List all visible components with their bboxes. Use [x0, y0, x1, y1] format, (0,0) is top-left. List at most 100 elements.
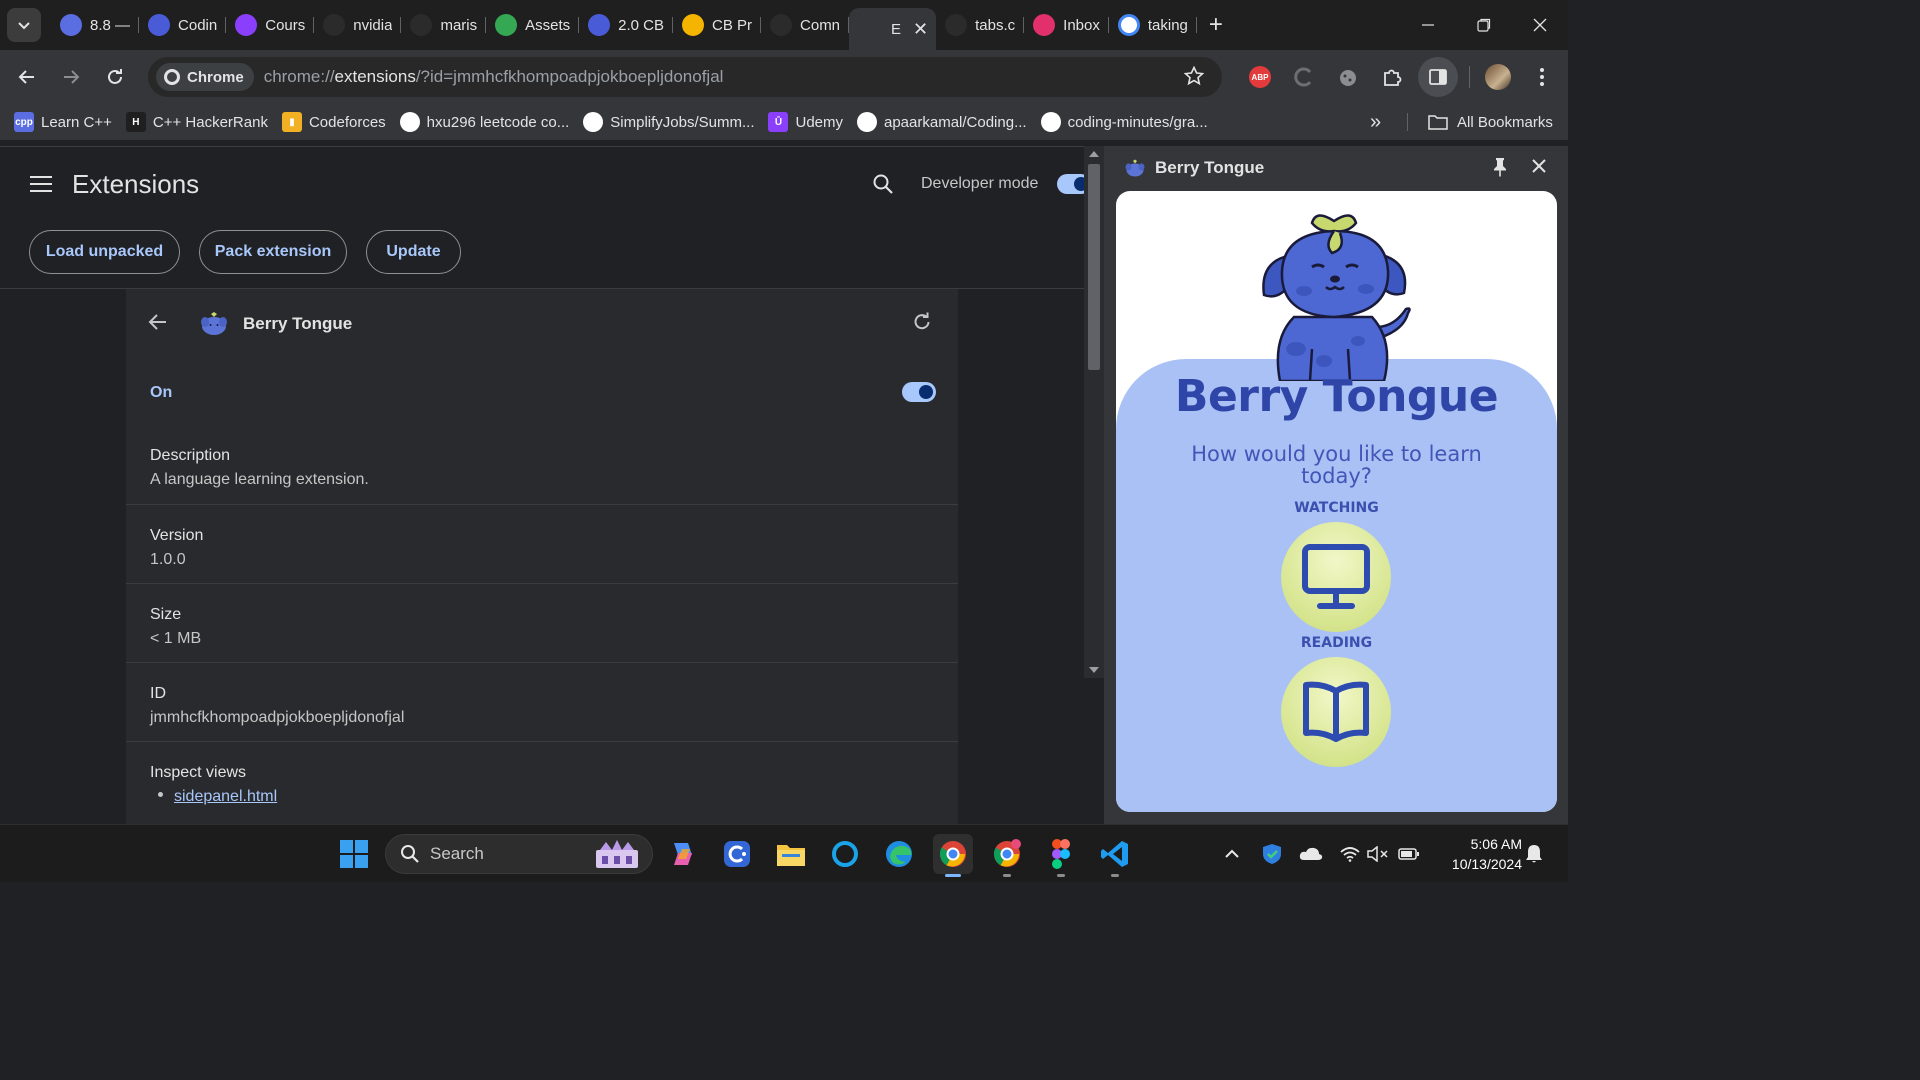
- search-extensions-button[interactable]: [872, 173, 894, 200]
- update-button[interactable]: Update: [366, 230, 461, 274]
- reload-button[interactable]: [93, 68, 137, 86]
- taskbar-search[interactable]: Search: [385, 834, 653, 874]
- profile-button[interactable]: [1476, 64, 1520, 90]
- start-button[interactable]: [334, 834, 374, 874]
- browser-tab[interactable]: taking: [1109, 8, 1197, 42]
- chip-label: Chrome: [187, 68, 244, 86]
- scroll-down-arrow[interactable]: [1089, 667, 1099, 673]
- browser-tab[interactable]: Cours: [226, 8, 315, 42]
- browser-tab[interactable]: nvidia: [314, 8, 402, 42]
- kebab-menu-icon: [1540, 68, 1544, 86]
- watching-button[interactable]: [1281, 522, 1391, 632]
- clock-time: 5:06 AM: [1470, 836, 1522, 852]
- main-menu-button[interactable]: [30, 175, 52, 198]
- running-indicator: [1057, 874, 1065, 877]
- figma-app[interactable]: [1041, 834, 1081, 874]
- chrome-profile-app[interactable]: [987, 834, 1027, 874]
- battery-tray-button[interactable]: [1396, 825, 1422, 883]
- bookmark-label: Codeforces: [308, 113, 386, 131]
- load-unpacked-button[interactable]: Load unpacked: [29, 230, 180, 274]
- back-button[interactable]: [5, 68, 49, 86]
- file-explorer-app[interactable]: [771, 834, 811, 874]
- detail-value: jmmhcfkhompoadpjokboepljdonofjal: [150, 709, 405, 726]
- bookmark-item[interactable]: SimplifyJobs/Summ...: [583, 112, 754, 132]
- running-indicator: [1003, 874, 1011, 877]
- browser-tab[interactable]: Inbox: [1024, 8, 1109, 42]
- url-text[interactable]: chrome://extensions/?id=jmmhcfkhompoadpj…: [264, 67, 724, 87]
- c-app-icon: [724, 841, 750, 867]
- bookmark-item[interactable]: H C++ HackerRank: [125, 112, 268, 132]
- browser-tab[interactable]: Assets: [486, 8, 580, 42]
- close-tab-icon[interactable]: ✕: [913, 19, 928, 40]
- detail-row: Size < 1 MB: [126, 583, 958, 662]
- bookmark-item[interactable]: hxu296 leetcode co...: [399, 112, 569, 132]
- browser-tab[interactable]: CB Pr: [673, 8, 762, 42]
- bookmark-item[interactable]: Ū Udemy: [768, 112, 843, 132]
- vscode-app[interactable]: [1095, 834, 1135, 874]
- extension-c-button[interactable]: [1282, 66, 1326, 88]
- adblock-button[interactable]: ABP: [1238, 66, 1282, 88]
- volume-tray-button[interactable]: [1366, 825, 1390, 883]
- extension-enabled-toggle[interactable]: [902, 382, 936, 402]
- tab-search-button[interactable]: [7, 8, 41, 42]
- bookmark-label: C++ HackerRank: [152, 113, 268, 131]
- site-info-chip[interactable]: Chrome: [156, 63, 254, 91]
- onedrive-tray-button[interactable]: [1296, 825, 1326, 883]
- browser-tab[interactable]: 2.0 CB: [579, 8, 673, 42]
- wifi-tray-button[interactable]: [1338, 825, 1362, 883]
- hackerrank-icon: H: [125, 112, 146, 132]
- show-hidden-icons-button[interactable]: [1220, 825, 1244, 883]
- close-window-button[interactable]: [1512, 0, 1568, 50]
- extension-cookie-button[interactable]: [1326, 66, 1370, 88]
- new-tab-button[interactable]: +: [1209, 11, 1223, 39]
- detail-value: 1.0.0: [150, 551, 186, 568]
- close-icon: [1532, 159, 1546, 173]
- page-scrollbar[interactable]: [1084, 146, 1104, 678]
- browser-tab[interactable]: Codin: [139, 8, 227, 42]
- browser-tab[interactable]: E ✕: [849, 8, 937, 50]
- browser-tab[interactable]: 8.8 —: [51, 8, 140, 42]
- chrome-menu-button[interactable]: [1520, 67, 1564, 87]
- sidepanel-html-link[interactable]: sidepanel.html: [174, 788, 277, 805]
- bookmark-item[interactable]: coding-minutes/gra...: [1040, 112, 1208, 132]
- app-c-blue[interactable]: [717, 834, 757, 874]
- bookmark-item[interactable]: ▮ Codeforces: [281, 112, 386, 132]
- bookmarks-separator: [1407, 113, 1408, 131]
- bookmark-item[interactable]: cpp Learn C++: [14, 112, 112, 132]
- chrome-app-active[interactable]: [933, 834, 973, 874]
- detail-label: Description: [150, 447, 231, 464]
- reload-icon: [914, 312, 930, 330]
- restore-button[interactable]: [1456, 0, 1512, 50]
- pack-extension-button[interactable]: Pack extension: [199, 230, 347, 274]
- side-panel-button[interactable]: [1418, 57, 1458, 97]
- extensions-menu-button[interactable]: [1370, 66, 1414, 88]
- bookmarks-overflow-button[interactable]: »: [1370, 104, 1381, 140]
- minimize-button[interactable]: [1400, 0, 1456, 50]
- cortana-app[interactable]: [825, 834, 865, 874]
- close-side-panel-button[interactable]: [1530, 157, 1548, 180]
- bookmark-label: SimplifyJobs/Summ...: [610, 113, 755, 131]
- bookmark-item[interactable]: apaarkamal/Coding...: [857, 112, 1027, 132]
- reading-button[interactable]: [1281, 657, 1391, 767]
- search-icon: [873, 174, 893, 194]
- pin-side-panel-button[interactable]: [1492, 157, 1508, 182]
- back-to-list-button[interactable]: [148, 313, 168, 336]
- address-bar[interactable]: Chrome chrome://extensions/?id=jmmhcfkho…: [148, 57, 1222, 97]
- reload-extension-button[interactable]: [912, 312, 932, 337]
- bookmark-star-button[interactable]: [1183, 65, 1205, 91]
- browser-tab[interactable]: maris: [401, 8, 486, 42]
- copilot-app[interactable]: [663, 834, 703, 874]
- all-bookmarks-button[interactable]: All Bookmarks: [1428, 104, 1553, 140]
- security-tray-button[interactable]: [1258, 825, 1286, 883]
- notifications-button[interactable]: [1522, 825, 1546, 883]
- side-panel-title: Berry Tongue: [1155, 158, 1265, 177]
- system-clock[interactable]: 5:06 AM 10/13/2024: [1432, 834, 1522, 874]
- scroll-thumb[interactable]: [1088, 164, 1100, 370]
- browser-tab[interactable]: tabs.c: [936, 8, 1025, 42]
- browser-tab[interactable]: Comn: [761, 8, 850, 42]
- edge-app[interactable]: [879, 834, 919, 874]
- forward-button[interactable]: [49, 68, 93, 86]
- extension-icons: ABP: [1238, 50, 1564, 104]
- github-icon: [583, 112, 604, 132]
- scroll-up-arrow[interactable]: [1089, 151, 1099, 157]
